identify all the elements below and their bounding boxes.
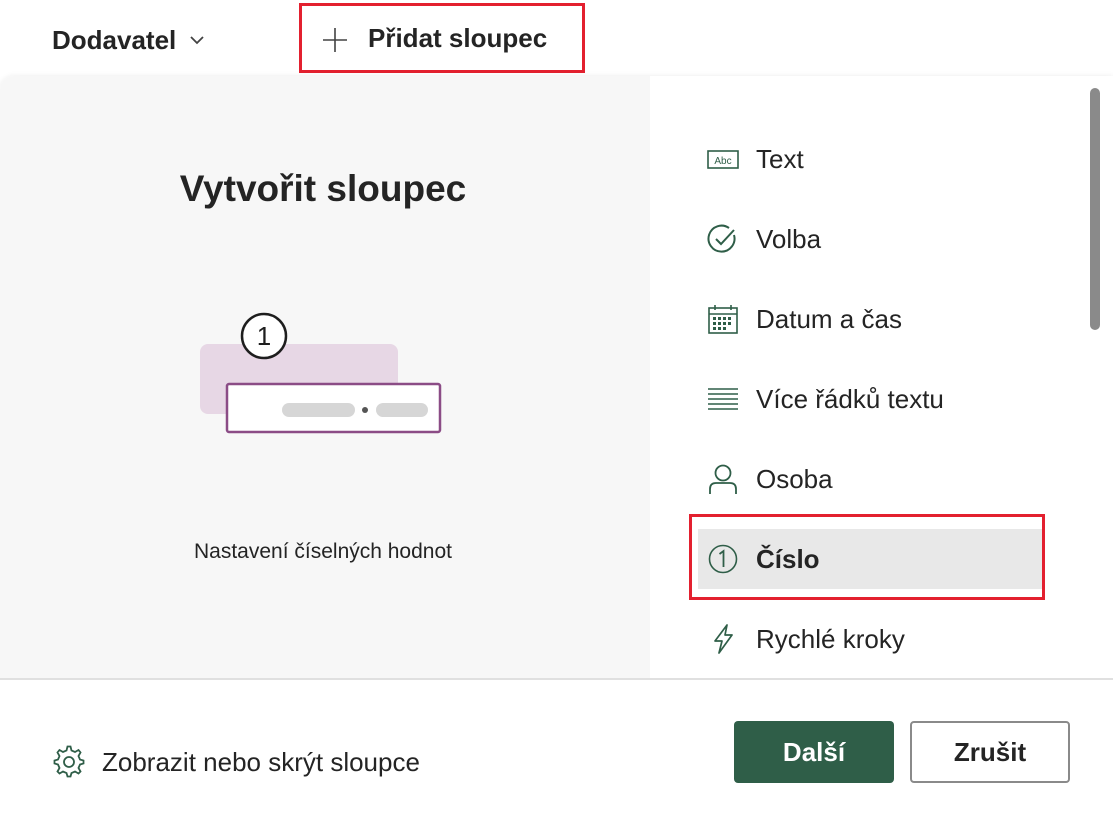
calendar-icon <box>706 302 740 336</box>
type-option-label: Osoba <box>756 463 833 494</box>
plus-icon <box>323 28 347 52</box>
person-icon <box>706 462 740 496</box>
type-option-quick-steps[interactable]: Rychlé kroky <box>698 609 1042 669</box>
text-abc-icon: Abc <box>706 142 740 176</box>
type-option-label: Více řádků textu <box>756 383 944 414</box>
type-option-label: Rychlé kroky <box>756 623 905 654</box>
type-option-label: Volba <box>756 223 822 254</box>
text-icon-label: Abc <box>714 156 731 167</box>
type-option-text[interactable]: Abc Text <box>698 129 1042 189</box>
column-type-list: Abc Text Volba Datum a čas Více řádků te… <box>650 76 1113 678</box>
show-hide-columns-link[interactable]: Zobrazit nebo skrýt sloupce <box>52 742 420 782</box>
add-column-button[interactable]: Přidat sloupec <box>299 3 585 73</box>
type-list-scrollbar[interactable] <box>1090 88 1100 330</box>
type-option-label: Text <box>756 143 804 174</box>
number-column-illustration: 1 <box>200 312 442 434</box>
type-option-person[interactable]: Osoba <box>698 449 1042 509</box>
number-icon <box>706 542 740 576</box>
type-option-multiline-text[interactable]: Více řádků textu <box>698 369 1042 429</box>
column-header-dodavatel[interactable]: Dodavatel <box>52 22 206 58</box>
next-button[interactable]: Další <box>734 721 894 783</box>
type-option-label: Číslo <box>756 543 820 574</box>
type-option-date-time[interactable]: Datum a čas <box>698 289 1042 349</box>
panel-title: Vytvořit sloupec <box>179 168 467 209</box>
gear-icon <box>53 745 85 778</box>
preview-badge-number: 1 <box>257 321 271 351</box>
lightning-icon <box>706 622 740 656</box>
type-option-choice[interactable]: Volba <box>698 209 1042 269</box>
type-option-label: Datum a čas <box>756 303 902 334</box>
column-header-label: Dodavatel <box>52 24 177 55</box>
top-bar: Dodavatel Přidat sloupec <box>0 0 1113 76</box>
cancel-button[interactable]: Zrušit <box>910 721 1070 783</box>
add-column-label: Přidat sloupec <box>368 22 548 53</box>
preview-pane: Vytvořit sloupec 1 Nastavení číselných h… <box>0 76 650 678</box>
show-hide-columns-label: Zobrazit nebo skrýt sloupce <box>102 746 420 777</box>
multiline-text-icon <box>706 382 740 416</box>
type-description: Nastavení číselných hodnot <box>194 540 452 563</box>
check-circle-icon <box>706 222 740 256</box>
type-option-number[interactable]: Číslo <box>698 529 1042 589</box>
chevron-down-icon <box>190 36 204 45</box>
